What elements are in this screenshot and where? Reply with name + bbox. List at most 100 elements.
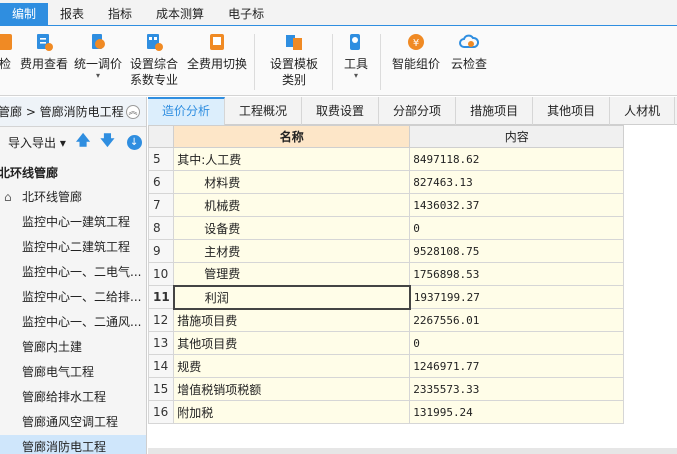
row-number: 10 [147,262,175,286]
table-row[interactable]: 8 设备费 0 [147,216,625,240]
row-value[interactable]: 131995.24 [409,400,625,424]
table-row-selected[interactable]: 11 利润 1937199.27 [147,284,625,310]
table-row[interactable]: 9 主材费 9528108.75 [147,239,625,263]
row-name[interactable]: 设备费 [173,216,411,240]
row-name[interactable]: 规费 [173,354,411,378]
download-icon[interactable]: ↓ [126,134,142,150]
tab-fee-settings[interactable]: 取费设置 [302,97,380,125]
tree-item[interactable]: 管廊给排水工程 [0,385,146,410]
move-down-icon[interactable]: 🡇 [100,130,114,154]
row-value[interactable]: 1756898.53 [409,262,625,286]
breadcrumb-text: 管廊 > 管廊消防电工程 [0,105,124,119]
tab-project-overview[interactable]: 工程概况 [225,97,303,125]
row-name[interactable]: 主材费 [173,239,411,263]
row-value[interactable]: 1246971.77 [409,354,625,378]
table-row[interactable]: 7 机械费 1436032.37 [147,193,625,217]
table-row[interactable]: 14 规费 1246971.77 [147,354,625,378]
import-export-button[interactable]: 导入导出 ▾ [8,134,66,151]
tree-item[interactable]: 监控中心一、二给排... [0,285,146,310]
row-value[interactable]: 8497118.62 [409,147,625,171]
collapse-icon[interactable]: ︽ [126,105,140,119]
tool-button[interactable]: 工具 ▾ [340,32,372,80]
tool-icon [350,34,360,50]
tab-measures[interactable]: 措施项目 [456,97,534,125]
full-fee-switch-button[interactable]: 全费用切换 [186,32,248,72]
template-button[interactable]: 设置模板 类别 [266,32,322,88]
table-row[interactable]: 12 措施项目费 2267556.01 [147,308,625,332]
home-icon: ⌂ [4,190,12,204]
tree-toolbar: 导入导出 ▾ 🡅 🡇 ↓ [0,127,146,157]
value-column-header[interactable]: 内容 [409,125,625,148]
row-name[interactable]: 附加税 [173,400,411,424]
tab-other-items[interactable]: 其他项目 [533,97,611,125]
row-number: 16 [147,400,175,424]
chevron-down-icon: ▾ [95,71,100,80]
tree-item[interactable]: 管廊通风空调工程 [0,410,146,435]
tree-item-home[interactable]: ⌂ 北环线管廊 [0,185,146,210]
row-value[interactable]: 9528108.75 [409,239,625,263]
check-button[interactable]: 检 [0,32,14,72]
row-value[interactable]: 1937199.27 [409,285,625,309]
table-row[interactable]: 13 其他项目费 0 [147,331,625,355]
row-name[interactable]: 措施项目费 [173,308,411,332]
cloud-check-button[interactable]: 云检查 [448,32,490,72]
row-value[interactable]: 1436032.37 [409,193,625,217]
tree-item[interactable]: 监控中心二建筑工程 [0,235,146,260]
tool-label: 工具 [343,57,368,71]
row-name[interactable]: 管理费 [173,262,411,286]
row-value[interactable]: 827463.13 [409,170,625,194]
smart-price-label: 智能组价 [391,57,440,71]
table-row[interactable]: 5 其中:人工费 8497118.62 [147,147,625,171]
tree-root[interactable]: 北环线管廊 [0,161,146,185]
name-column-header[interactable]: 名称 [173,125,411,148]
table-row[interactable]: 10 管理费 1756898.53 [147,262,625,286]
fee-view-button[interactable]: 费用查看 [18,32,70,72]
full-fee-switch-label: 全费用切换 [186,57,247,71]
import-export-label: 导入导出 [8,135,57,150]
row-name[interactable]: 其他项目费 [173,331,411,355]
row-name[interactable]: 增值税销项税额 [173,377,411,401]
menu-zhibiao[interactable]: 指标 [96,3,144,25]
tree-item[interactable]: 监控中心一、二电气... [0,260,146,285]
full-fee-switch-icon [210,34,224,50]
tab-labor-material-machine[interactable]: 人材机 [610,97,676,125]
row-value[interactable]: 0 [409,216,625,240]
row-name[interactable]: 材料费 [173,170,411,194]
table-row[interactable]: 15 增值税销项税额 2335573.33 [147,377,625,401]
price-adjust-button[interactable]: 统一调价 ▾ [72,32,124,80]
smart-price-icon: ¥ [408,34,424,50]
row-value[interactable]: 2335573.33 [409,377,625,401]
tab-cost-analysis[interactable]: 造价分析 [148,97,226,125]
tree-item[interactable]: 监控中心一、二通风... [0,310,146,335]
horizontal-scrollbar[interactable] [148,448,677,454]
tree-item-selected[interactable]: 管廊消防电工程 [0,435,146,454]
tab-sub-items[interactable]: 分部分项 [379,97,457,125]
table-row[interactable]: 6 材料费 827463.13 [147,170,625,194]
row-value[interactable]: 0 [409,331,625,355]
cost-analysis-grid: 名称 内容 5 其中:人工费 8497118.62 6 材料费 827463.1… [147,125,677,425]
tree-item[interactable]: 管廊内土建 [0,335,146,360]
tree-item[interactable]: 监控中心一建筑工程 [0,210,146,235]
menu-bianzhi[interactable]: 编制 [0,3,49,25]
tree-item[interactable]: 管廊电气工程 [0,360,146,385]
row-name[interactable]: 其中:人工费 [173,147,411,171]
row-name-focused[interactable]: 利润 [172,284,411,310]
template-label2: 类别 [281,73,306,87]
menu-baobiao[interactable]: 报表 [48,3,96,25]
row-value[interactable]: 2267556.01 [409,308,625,332]
ribbon-separator [380,34,381,90]
smart-price-button[interactable]: ¥ 智能组价 [390,32,442,72]
row-name[interactable]: 机械费 [173,193,411,217]
calc-settings-label1: 设置综合 [129,57,178,71]
fee-view-icon [37,34,53,51]
menu-chengben[interactable]: 成本测算 [144,3,216,25]
cost-table: 名称 内容 5 其中:人工费 8497118.62 6 材料费 827463.1… [147,125,625,424]
template-icon [286,35,302,50]
menu-dianzibiao[interactable]: 电子标 [216,3,276,25]
template-label1: 设置模板 [269,57,318,71]
move-up-icon[interactable]: 🡅 [76,130,90,154]
row-number: 8 [147,216,175,240]
row-number: 11 [147,285,175,309]
calc-settings-button[interactable]: 设置综合 系数专业 [126,32,182,88]
table-row[interactable]: 16 附加税 131995.24 [147,400,625,424]
